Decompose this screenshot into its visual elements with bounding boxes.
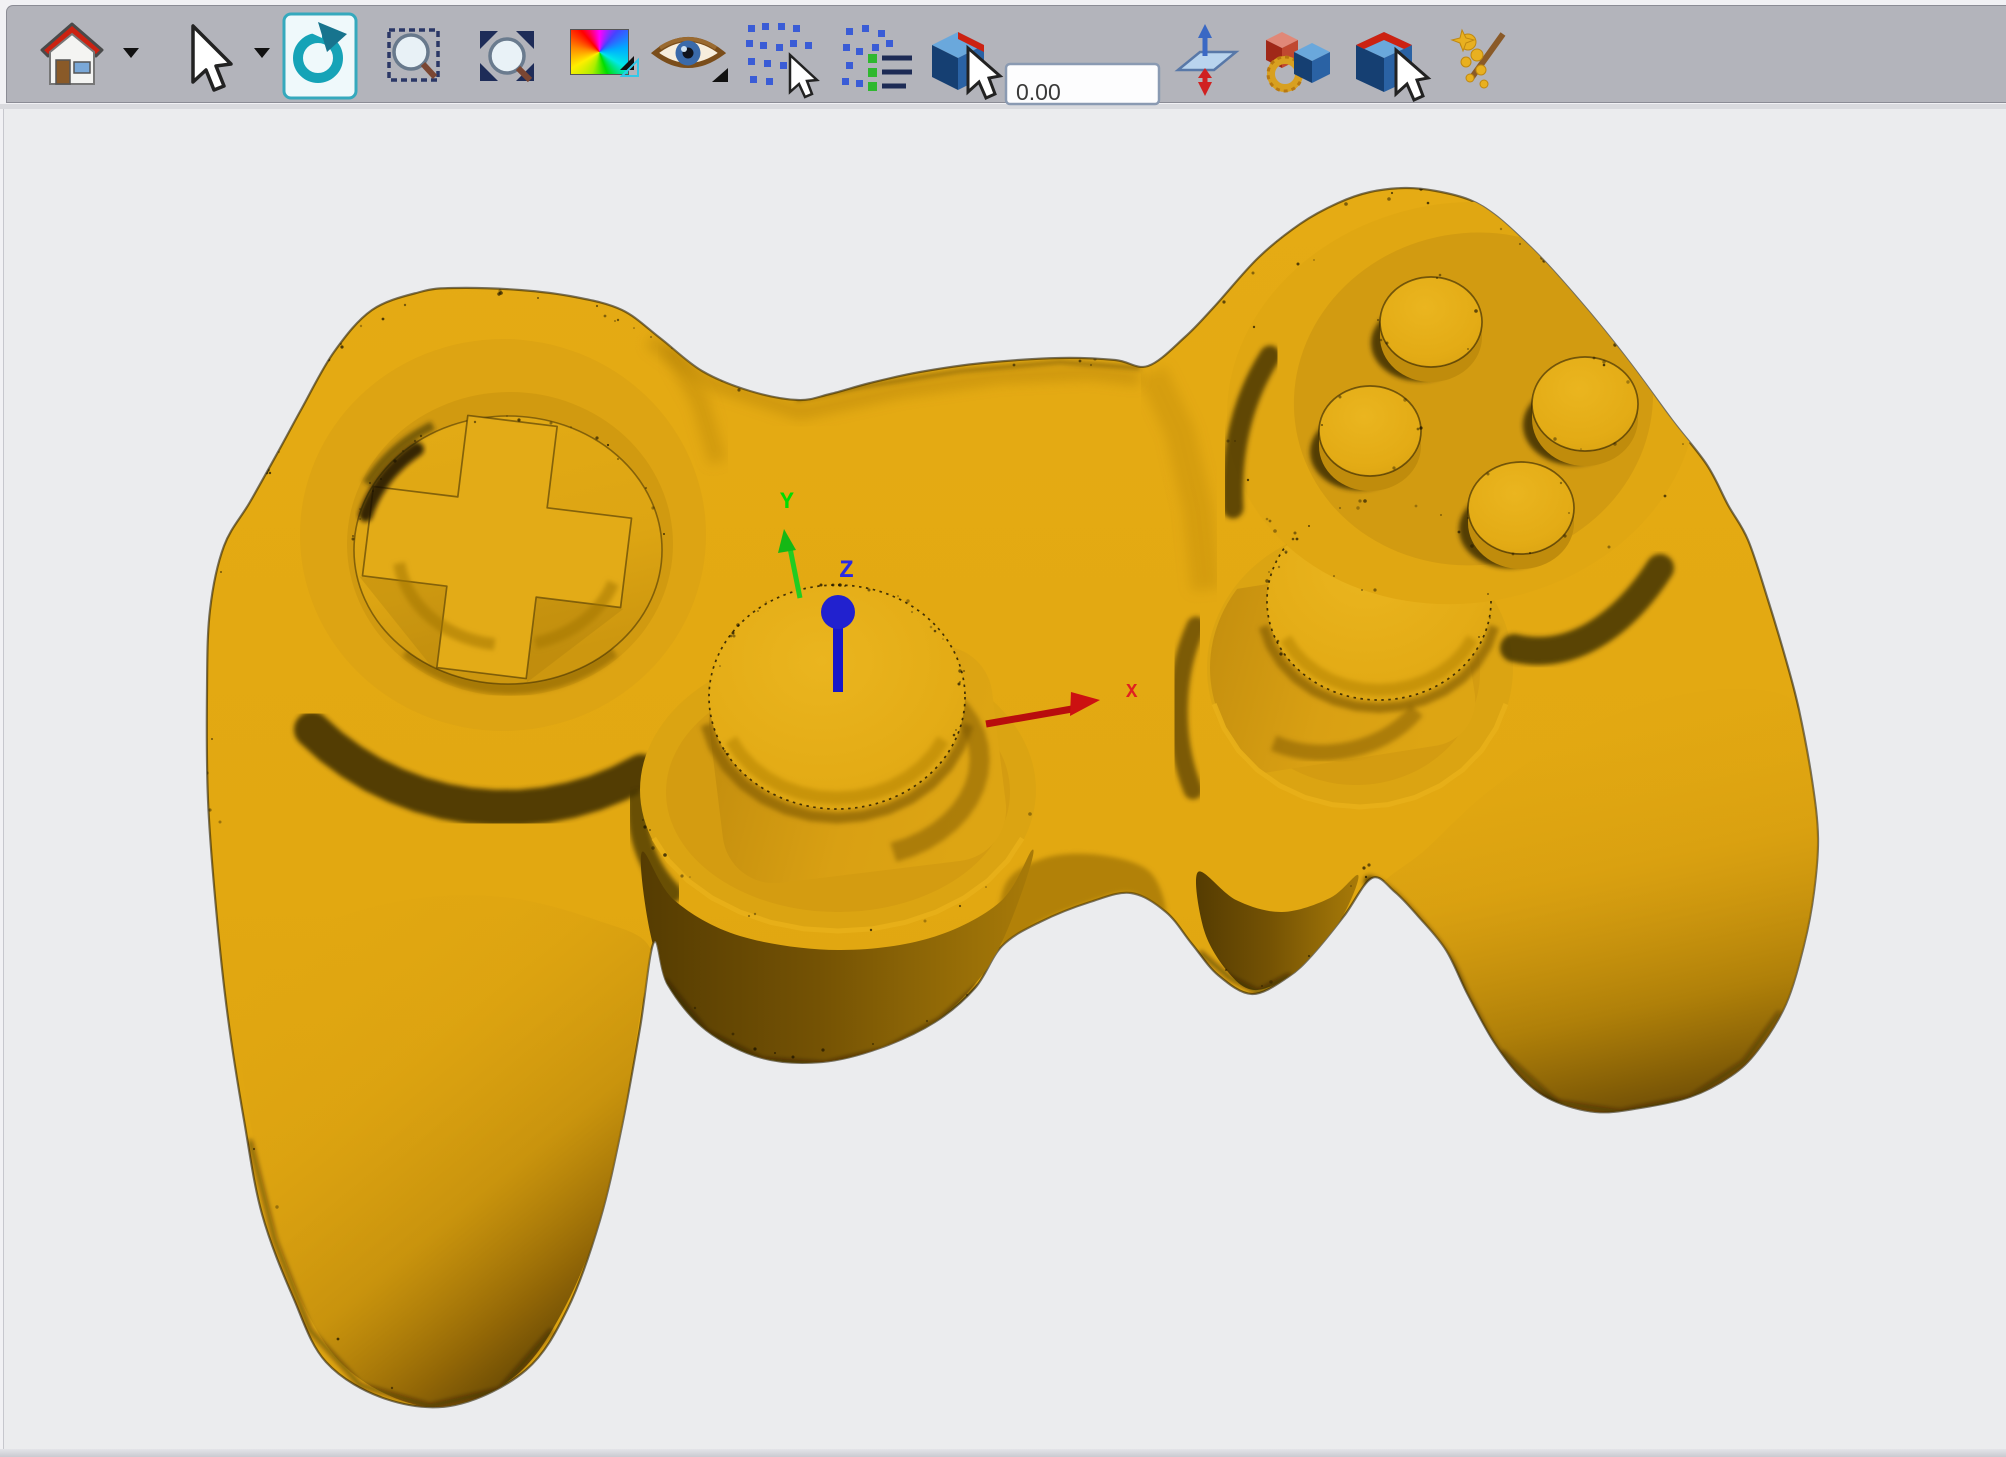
svg-text:Z: Z — [839, 556, 854, 585]
svg-text:0.00: 0.00 — [1016, 79, 1061, 105]
svg-text:X: X — [1126, 681, 1138, 703]
svg-text:Y: Y — [780, 489, 794, 515]
